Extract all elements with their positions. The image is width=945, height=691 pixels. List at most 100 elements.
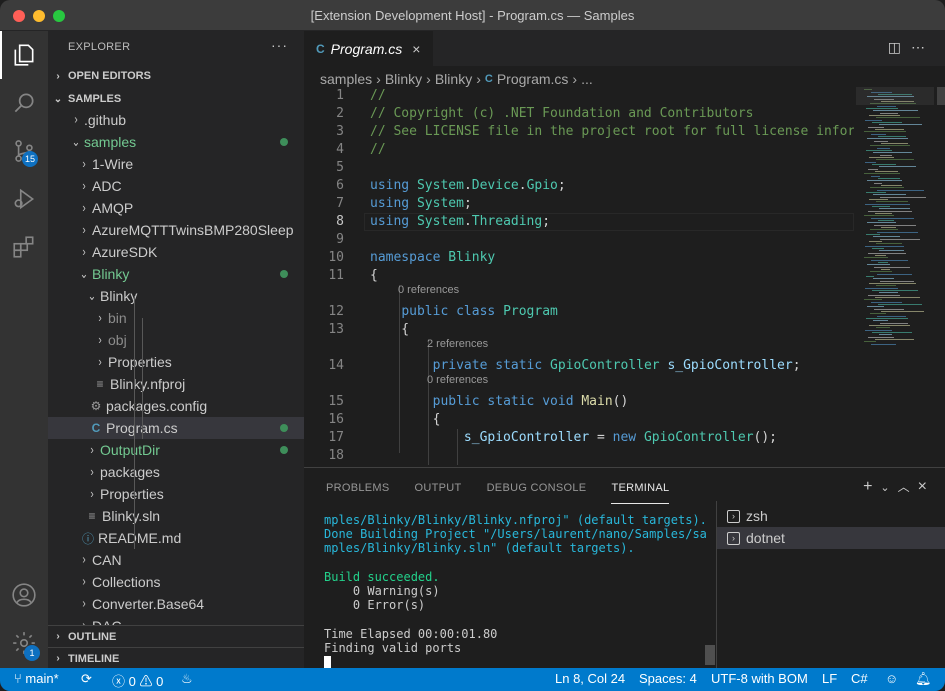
tree-item[interactable]: ⌄ Blinky bbox=[48, 285, 304, 307]
run-debug-icon[interactable] bbox=[0, 175, 48, 223]
language-mode[interactable]: C# bbox=[851, 671, 868, 686]
code-line[interactable]: // See LICENSE file in the project root … bbox=[370, 123, 854, 141]
tree-item[interactable]: ⌄ samples bbox=[48, 131, 304, 153]
breadcrumb-item[interactable]: samples bbox=[320, 71, 372, 87]
close-panel-icon[interactable]: × bbox=[918, 478, 935, 495]
tree-item[interactable]: › 1-Wire bbox=[48, 153, 304, 175]
tree-item[interactable]: › Collections bbox=[48, 571, 304, 593]
terminal-dropdown-icon[interactable]: ⌄ bbox=[880, 482, 897, 494]
feedback-icon[interactable]: ☺ bbox=[885, 671, 898, 686]
source-control-icon[interactable]: 15 bbox=[0, 127, 48, 175]
new-terminal-icon[interactable]: + bbox=[863, 478, 880, 495]
code-line[interactable]: s_GpioController = new GpioController(); bbox=[370, 429, 777, 447]
tab-program-cs[interactable]: C Program.cs × bbox=[304, 31, 433, 66]
breadcrumb-item[interactable]: ... bbox=[581, 71, 593, 87]
tree-item[interactable]: ≡ Blinky.nfproj bbox=[48, 373, 304, 395]
warnings-count: 0 bbox=[156, 674, 164, 689]
code-lens-references[interactable]: 2 references bbox=[427, 338, 488, 350]
tree-item[interactable]: › .github bbox=[48, 109, 304, 131]
code-line[interactable]: private static GpioController s_GpioCont… bbox=[370, 357, 801, 375]
tree-item[interactable]: ⚙ packages.config bbox=[48, 395, 304, 417]
tree-item[interactable]: ⓘ README.md bbox=[48, 527, 304, 549]
tab-terminal[interactable]: TERMINAL bbox=[611, 482, 670, 504]
line-number: 16 bbox=[328, 412, 344, 427]
code-line[interactable]: // bbox=[370, 87, 386, 105]
tree-item[interactable]: › CAN bbox=[48, 549, 304, 571]
problems-indicator[interactable]: ⓧ 0 ⚠ 0 bbox=[112, 671, 163, 690]
tree-item[interactable]: › ADC bbox=[48, 175, 304, 197]
tab-output[interactable]: OUTPUT bbox=[415, 482, 462, 504]
tree-item[interactable]: › bin bbox=[48, 307, 304, 329]
chevron-right-icon: › bbox=[98, 310, 102, 326]
code-line[interactable]: public class Program bbox=[370, 303, 558, 321]
code-line[interactable]: { bbox=[370, 321, 409, 339]
code-line[interactable]: using System.Device.Gpio; bbox=[370, 177, 566, 195]
flame-icon[interactable]: ♨ bbox=[181, 671, 193, 687]
code-line[interactable]: public static void Main() bbox=[370, 393, 629, 411]
sync-icon[interactable]: ⟳ bbox=[81, 671, 92, 687]
code-line[interactable]: using System; bbox=[370, 195, 472, 213]
breadcrumb-item[interactable]: Blinky bbox=[435, 71, 472, 87]
breadcrumb-item[interactable]: Blinky bbox=[385, 71, 422, 87]
end-of-line[interactable]: LF bbox=[822, 671, 837, 686]
tree-item[interactable]: › Converter.Base64 bbox=[48, 593, 304, 615]
notifications-icon[interactable]: 🔔︎ bbox=[915, 671, 932, 687]
close-tab-icon[interactable]: × bbox=[412, 41, 420, 57]
indentation[interactable]: Spaces: 4 bbox=[639, 671, 697, 686]
tree-item[interactable]: ⌄ Blinky bbox=[48, 263, 304, 285]
search-icon[interactable] bbox=[0, 79, 48, 127]
more-actions-icon[interactable]: ⋯ bbox=[911, 39, 935, 55]
branch-indicator[interactable]: ⑂ main* bbox=[14, 671, 59, 686]
code-line[interactable]: // Copyright (c) .NET Foundation and Con… bbox=[370, 105, 754, 123]
code-lens-references[interactable]: 0 references bbox=[427, 374, 488, 386]
code-line[interactable]: namespace Blinky bbox=[370, 249, 495, 267]
tree-item[interactable]: › AMQP bbox=[48, 197, 304, 219]
minimap[interactable] bbox=[856, 87, 934, 467]
tree-item[interactable]: › packages bbox=[48, 461, 304, 483]
line-number: 8 bbox=[336, 214, 344, 229]
editor-scrollbar[interactable] bbox=[937, 87, 945, 105]
tab-debug-console[interactable]: DEBUG CONSOLE bbox=[487, 482, 587, 504]
code-line[interactable]: { bbox=[370, 267, 378, 285]
terminal-output[interactable]: mples/Blinky/Blinky/Blinky.nfproj" (defa… bbox=[324, 513, 707, 669]
explorer-icon[interactable] bbox=[0, 31, 48, 79]
explorer-more-actions[interactable]: ··· bbox=[271, 37, 288, 53]
code-line[interactable]: // bbox=[370, 141, 386, 159]
file-lines-icon: ≡ bbox=[96, 377, 104, 391]
manage-gear-icon[interactable]: 1 bbox=[0, 619, 48, 667]
chevron-right-icon: › bbox=[98, 354, 102, 370]
breadcrumb-item[interactable]: Program.cs bbox=[497, 71, 569, 87]
cursor-position[interactable]: Ln 8, Col 24 bbox=[555, 671, 625, 686]
open-editors-section[interactable]: › OPEN EDITORS bbox=[48, 65, 304, 87]
tree-item[interactable]: ≡ Blinky.sln bbox=[48, 505, 304, 527]
warning-icon: ⚠ bbox=[139, 674, 157, 689]
terminal-instance[interactable]: › dotnet bbox=[717, 527, 945, 549]
tree-item-label: samples bbox=[84, 134, 137, 150]
code-editor[interactable]: 1 // 2 // Copyright (c) .NET Foundation and… bbox=[304, 87, 854, 467]
timeline-section[interactable]: › TIMELINE bbox=[48, 647, 304, 668]
errors-count: 0 bbox=[128, 674, 136, 689]
tree-item[interactable]: › obj bbox=[48, 329, 304, 351]
maximize-panel-icon[interactable]: ︿ bbox=[898, 480, 918, 494]
terminal-name: dotnet bbox=[746, 530, 785, 546]
tab-problems[interactable]: PROBLEMS bbox=[326, 482, 390, 504]
tree-item[interactable]: › OutputDir bbox=[48, 439, 304, 461]
line-number: 7 bbox=[336, 196, 344, 211]
tree-item[interactable]: › AzureSDK bbox=[48, 241, 304, 263]
line-number: 13 bbox=[328, 322, 344, 337]
tree-item[interactable]: › Properties bbox=[48, 351, 304, 373]
workspace-section[interactable]: ⌄ SAMPLES bbox=[48, 88, 304, 110]
account-icon[interactable] bbox=[0, 571, 48, 619]
code-line[interactable]: using System.Threading; bbox=[370, 213, 550, 231]
extensions-icon[interactable] bbox=[0, 223, 48, 271]
outline-section[interactable]: › OUTLINE bbox=[48, 625, 304, 647]
terminal-scrollbar[interactable] bbox=[705, 645, 715, 665]
code-lens-references[interactable]: 0 references bbox=[398, 284, 459, 296]
tree-item[interactable]: › Properties bbox=[48, 483, 304, 505]
encoding[interactable]: UTF-8 with BOM bbox=[711, 671, 808, 686]
code-line[interactable]: { bbox=[370, 411, 441, 429]
split-editor-icon[interactable]: ◫ bbox=[888, 39, 911, 55]
tree-item[interactable]: CProgram.cs bbox=[48, 417, 304, 439]
terminal-instance[interactable]: › zsh bbox=[717, 505, 945, 527]
tree-item[interactable]: › AzureMQTTTwinsBMP280Sleep bbox=[48, 219, 304, 241]
